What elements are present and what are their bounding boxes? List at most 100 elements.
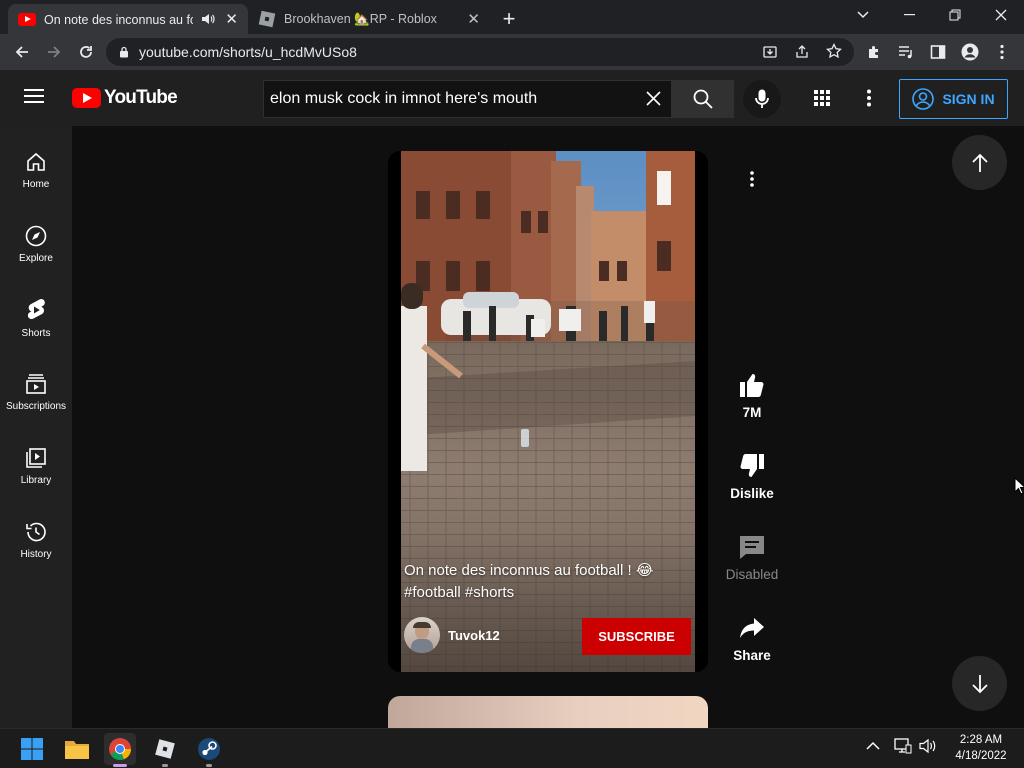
install-app-icon[interactable] xyxy=(762,44,778,60)
history-icon xyxy=(26,522,46,541)
hamburger-icon xyxy=(24,89,44,103)
chrome-icon xyxy=(109,738,132,761)
close-tab-icon[interactable]: ✕ xyxy=(467,10,480,28)
search-icon xyxy=(693,89,713,109)
guide-item-subscriptions[interactable]: Subscriptions xyxy=(0,362,72,422)
guide-item-history[interactable]: History xyxy=(0,510,72,570)
guide-item-label: Shorts xyxy=(21,327,51,339)
roblox-icon xyxy=(155,739,175,759)
library-icon xyxy=(26,447,46,468)
next-short-button[interactable] xyxy=(952,656,1007,711)
profile-button[interactable] xyxy=(956,38,984,66)
arrow-left-icon xyxy=(15,46,28,58)
start-button[interactable] xyxy=(16,733,48,765)
guide-item-label: Explore xyxy=(19,252,53,264)
minimize-button[interactable] xyxy=(886,0,932,30)
subscribe-button[interactable]: SUBSCRIBE xyxy=(582,618,691,655)
taskbar-chrome[interactable] xyxy=(104,733,136,767)
youtube-logo-text: YouTube xyxy=(104,87,178,108)
vertical-dots-icon xyxy=(867,89,871,107)
restore-button[interactable] xyxy=(932,0,978,30)
side-panel-button[interactable] xyxy=(924,38,952,66)
speaker-icon[interactable] xyxy=(201,12,216,26)
voice-search-button[interactable] xyxy=(743,80,781,118)
roblox-favicon-icon xyxy=(258,10,276,28)
browser-tab-strip: On note des inconnus au football ! 😂 #fo… xyxy=(0,0,1024,34)
reload-icon xyxy=(80,46,92,58)
guide-item-label: History xyxy=(20,548,52,560)
dislike-label: Dislike xyxy=(730,486,774,501)
folder-icon xyxy=(65,741,89,759)
comment-icon xyxy=(740,536,764,559)
taskbar-steam[interactable] xyxy=(193,733,225,767)
taskbar-roblox[interactable] xyxy=(149,733,181,767)
volume-icon[interactable] xyxy=(919,738,937,754)
comments-button[interactable]: Disabled xyxy=(716,533,788,582)
short-menu-button[interactable] xyxy=(742,166,762,192)
reload-button[interactable] xyxy=(72,38,100,66)
short-title[interactable]: On note des inconnus au football ! 😂 #fo… xyxy=(404,560,684,604)
thumbs-down-icon xyxy=(740,454,764,477)
share-page-icon[interactable] xyxy=(794,44,810,60)
search-box[interactable] xyxy=(263,80,672,118)
youtube-favicon-icon xyxy=(18,12,36,26)
guide-item-library[interactable]: Library xyxy=(0,436,72,496)
settings-menu-button[interactable] xyxy=(867,89,871,107)
youtube-apps-button[interactable] xyxy=(813,89,831,107)
browser-menu-button[interactable] xyxy=(988,38,1016,66)
tab-search-button[interactable] xyxy=(840,0,886,30)
tab-title: Brookhaven 🏡RP - Roblox xyxy=(284,11,437,26)
search-input[interactable] xyxy=(264,90,624,108)
search-button[interactable] xyxy=(672,80,734,118)
guide-item-explore[interactable]: Explore xyxy=(0,214,72,274)
microphone-icon xyxy=(755,89,769,108)
taskbar-file-explorer[interactable] xyxy=(61,733,93,765)
bookmark-star-icon[interactable] xyxy=(826,43,842,59)
vertical-dots-icon xyxy=(750,171,754,187)
guide-item-shorts[interactable]: Shorts xyxy=(0,288,72,348)
subscriptions-icon xyxy=(26,373,46,394)
back-button[interactable] xyxy=(8,38,36,66)
extensions-button[interactable] xyxy=(860,38,888,66)
new-tab-button[interactable]: + xyxy=(497,6,521,31)
shorts-player[interactable]: On note des inconnus au football ! 😂 #fo… xyxy=(388,151,708,672)
clock-date: 4/18/2022 xyxy=(955,750,1007,762)
share-button[interactable]: Share xyxy=(716,614,788,663)
guide-item-label: Home xyxy=(22,178,50,190)
sign-in-button[interactable]: SIGN IN xyxy=(899,79,1008,119)
channel-avatar[interactable] xyxy=(404,617,440,653)
chevron-up-icon xyxy=(866,741,880,750)
previous-short-button[interactable] xyxy=(952,135,1007,190)
youtube-masthead: YouTube SIGN IN xyxy=(0,70,1024,126)
tab-title: On note des inconnus au football ! 😂 #fo… xyxy=(44,12,194,27)
close-window-button[interactable] xyxy=(978,0,1024,30)
apps-grid-icon xyxy=(814,90,830,106)
address-bar[interactable]: youtube.com/shorts/u_hcdMvUSo8 xyxy=(106,38,854,66)
comments-label: Disabled xyxy=(725,567,779,582)
show-hidden-icons-button[interactable] xyxy=(866,741,880,750)
lock-icon[interactable] xyxy=(119,46,129,58)
network-icon[interactable] xyxy=(894,738,912,754)
arrow-down-icon xyxy=(971,674,988,693)
playlist-music-icon xyxy=(899,46,912,59)
forward-button[interactable] xyxy=(40,38,68,66)
channel-link[interactable]: Tuvok12 xyxy=(404,617,500,653)
dislike-button[interactable]: Dislike xyxy=(716,452,788,501)
home-icon xyxy=(27,152,45,171)
like-button[interactable]: 7M xyxy=(716,371,788,420)
close-tab-icon[interactable]: ✕ xyxy=(225,10,238,28)
puzzle-icon xyxy=(869,46,878,58)
guide-menu-button[interactable] xyxy=(24,88,48,108)
youtube-logo[interactable]: YouTube xyxy=(72,87,178,109)
share-arrow-icon xyxy=(740,618,764,638)
arrow-right-icon xyxy=(48,46,61,58)
guide-item-home[interactable]: Home xyxy=(0,140,72,200)
tab-youtube-short[interactable]: On note des inconnus au football ! 😂 #fo… xyxy=(8,4,248,34)
user-avatar-icon xyxy=(961,43,979,61)
shorts-icon xyxy=(27,298,45,319)
clear-search-icon[interactable] xyxy=(646,91,661,106)
channel-name[interactable]: Tuvok12 xyxy=(448,628,500,643)
media-control-button[interactable] xyxy=(892,38,920,66)
system-clock[interactable]: 2:28 AM 4/18/2022 xyxy=(946,732,1016,764)
tab-roblox[interactable]: Brookhaven 🏡RP - Roblox ✕ xyxy=(250,4,490,34)
